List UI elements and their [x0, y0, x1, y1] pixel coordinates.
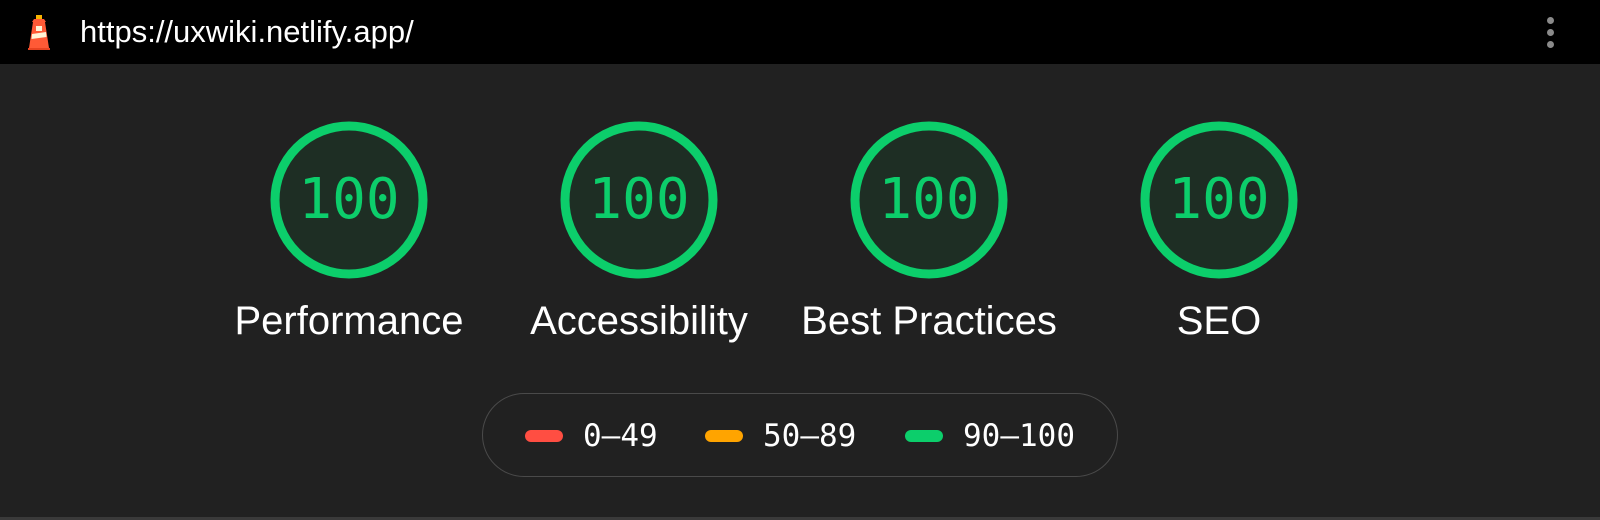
lighthouse-icon: [24, 14, 54, 50]
legend-item-average: 50–89: [705, 394, 856, 478]
score-value: 100: [878, 167, 980, 232]
legend-range: 0–49: [583, 418, 658, 454]
category-label: Best Practices: [801, 299, 1057, 343]
more-vertical-icon[interactable]: [1536, 14, 1564, 50]
gauge-accessibility[interactable]: 100 Accessibility: [530, 118, 748, 358]
legend-item-pass: 90–100: [905, 394, 1075, 478]
score-value: 100: [588, 167, 690, 232]
gauge-best-practices[interactable]: 100 Best Practices: [801, 118, 1057, 358]
page-url: https://uxwiki.netlify.app/: [80, 14, 414, 49]
gauge-seo[interactable]: 100 SEO: [1137, 118, 1301, 358]
category-label: SEO: [1176, 299, 1262, 343]
legend-item-fail: 0–49: [525, 394, 658, 478]
category-label: Accessibility: [530, 299, 748, 343]
score-value: 100: [1168, 167, 1270, 232]
top-bar: https://uxwiki.netlify.app/: [0, 0, 1600, 64]
score-value: 100: [298, 167, 400, 232]
gauge-performance[interactable]: 100 Performance: [235, 118, 463, 358]
score-scale-legend: 0–49 50–89 90–100: [482, 393, 1118, 477]
legend-range: 50–89: [763, 418, 857, 454]
legend-swatch-green: [905, 430, 943, 442]
legend-swatch-orange: [705, 430, 743, 442]
category-label: Performance: [234, 299, 464, 343]
legend-swatch-red: [525, 430, 563, 442]
legend-range: 90–100: [963, 418, 1075, 454]
